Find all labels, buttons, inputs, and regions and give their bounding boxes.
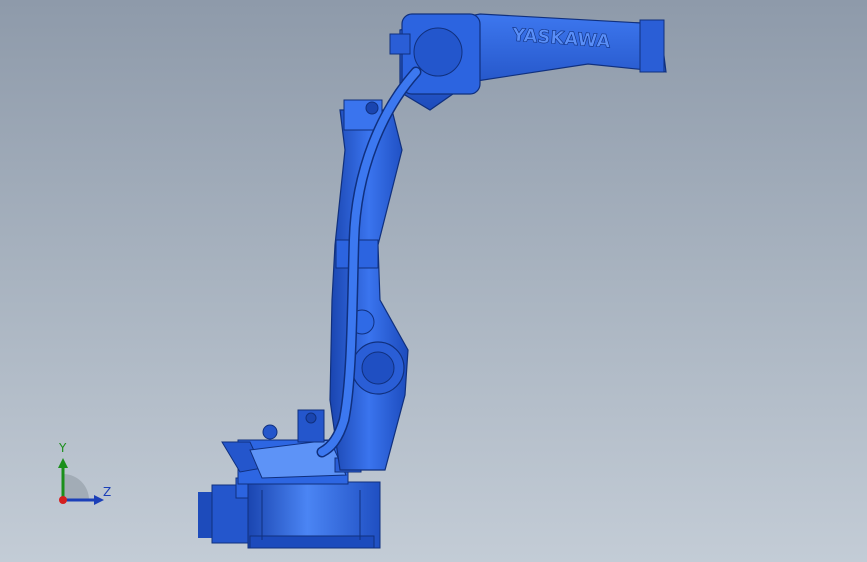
robot-arm-model[interactable]: YASKAWA (0, 0, 867, 562)
triad-y-label: Y (59, 441, 67, 455)
robot-upper-arm: YASKAWA (389, 13, 667, 111)
triad-z-label: Z (103, 485, 112, 499)
cad-viewport[interactable]: YASKAWA Y Z (0, 0, 867, 562)
